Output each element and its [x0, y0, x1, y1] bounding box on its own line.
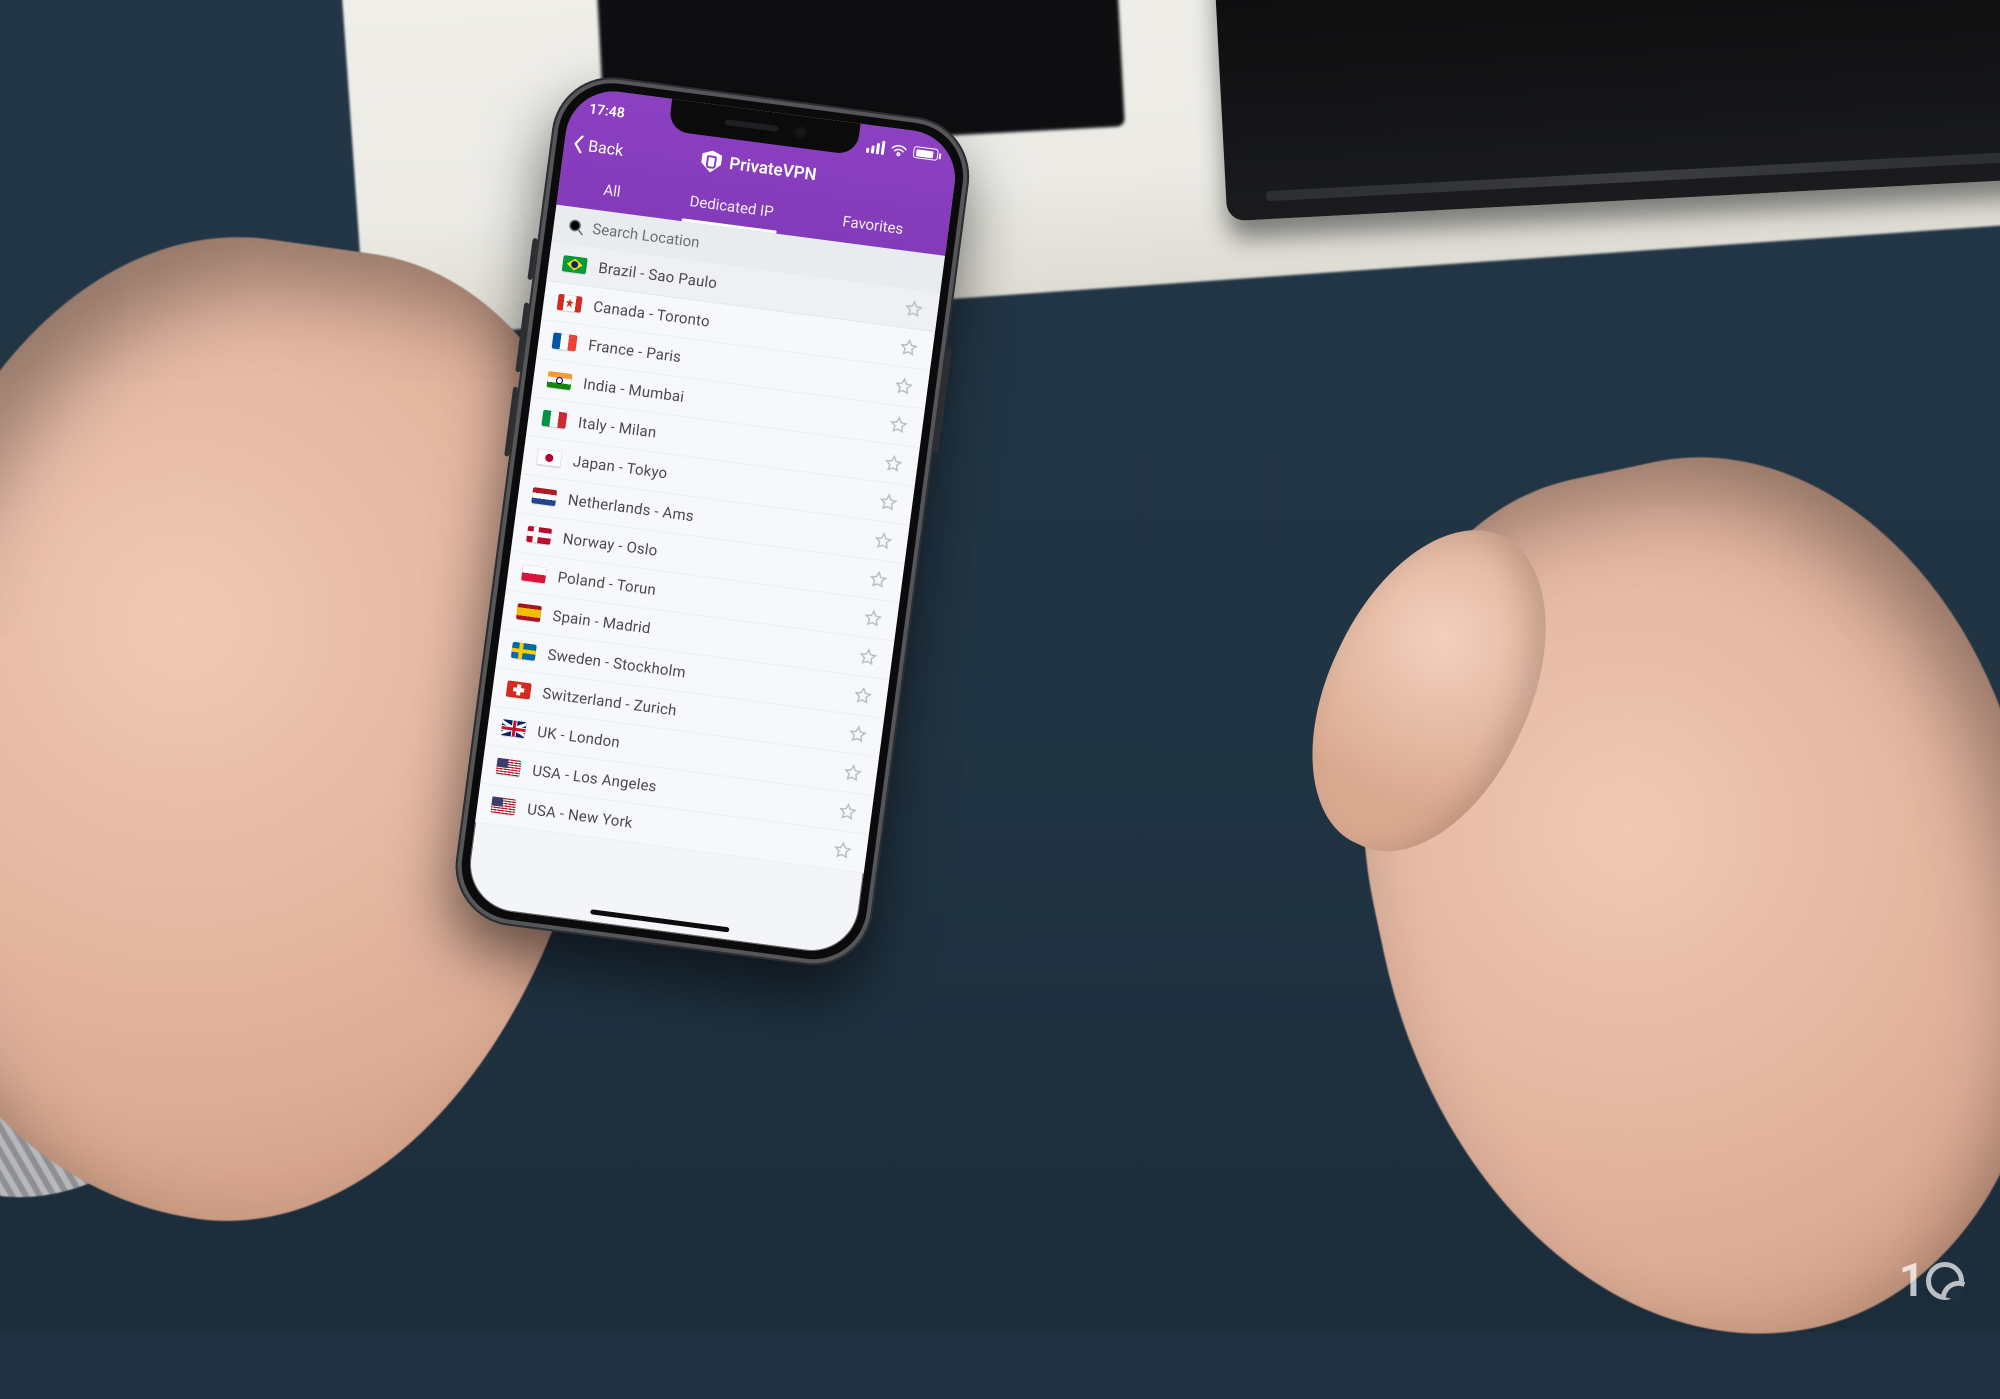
favorite-star-icon[interactable]	[897, 337, 919, 359]
location-list: Brazil - Sao PauloCanada - TorontoFrance…	[475, 242, 940, 873]
back-label: Back	[587, 136, 624, 159]
status-time: 17:48	[588, 101, 626, 122]
favorite-star-icon[interactable]	[867, 569, 889, 591]
shield-lock-icon	[700, 149, 723, 173]
search-icon	[567, 217, 586, 236]
chevron-left-icon	[571, 134, 585, 153]
favorite-star-icon[interactable]	[877, 491, 899, 513]
flag-icon	[536, 448, 562, 467]
search-placeholder: Search Location	[591, 220, 700, 252]
home-indicator[interactable]	[590, 909, 729, 932]
flag-icon	[557, 294, 583, 313]
flag-icon	[491, 796, 517, 815]
flag-icon	[511, 642, 537, 661]
flag-icon	[506, 680, 532, 699]
flag-icon	[531, 487, 557, 506]
favorite-star-icon[interactable]	[841, 762, 863, 784]
flag-icon	[547, 371, 573, 390]
flag-icon	[516, 603, 542, 622]
brand-name: PrivateVPN	[728, 154, 818, 185]
app-brand: PrivateVPN	[700, 149, 818, 186]
flag-icon	[562, 255, 588, 274]
favorite-star-icon[interactable]	[836, 801, 858, 823]
favorite-star-icon[interactable]	[903, 298, 925, 320]
favorite-star-icon[interactable]	[831, 839, 853, 861]
battery-icon	[913, 146, 939, 161]
favorite-star-icon[interactable]	[857, 646, 879, 668]
flag-icon	[552, 332, 578, 351]
favorite-star-icon[interactable]	[882, 453, 904, 475]
wifi-icon	[890, 142, 909, 157]
flag-icon	[521, 564, 547, 583]
flag-icon	[501, 719, 527, 738]
favorite-star-icon[interactable]	[887, 414, 909, 436]
front-camera	[795, 127, 805, 137]
cellular-signal-icon	[866, 139, 886, 155]
favorite-star-icon[interactable]	[892, 375, 914, 397]
favorite-star-icon[interactable]	[847, 723, 869, 745]
earpiece	[724, 119, 778, 132]
flag-icon	[496, 758, 522, 777]
flag-icon	[541, 410, 567, 429]
back-button[interactable]: Back	[570, 122, 626, 170]
tab-all[interactable]: All	[595, 170, 629, 213]
favorite-star-icon[interactable]	[872, 530, 894, 552]
watermark-logo: 10 1	[1899, 1254, 1964, 1308]
favorite-star-icon[interactable]	[862, 607, 884, 629]
flag-icon	[526, 526, 552, 545]
favorite-star-icon[interactable]	[852, 685, 874, 707]
